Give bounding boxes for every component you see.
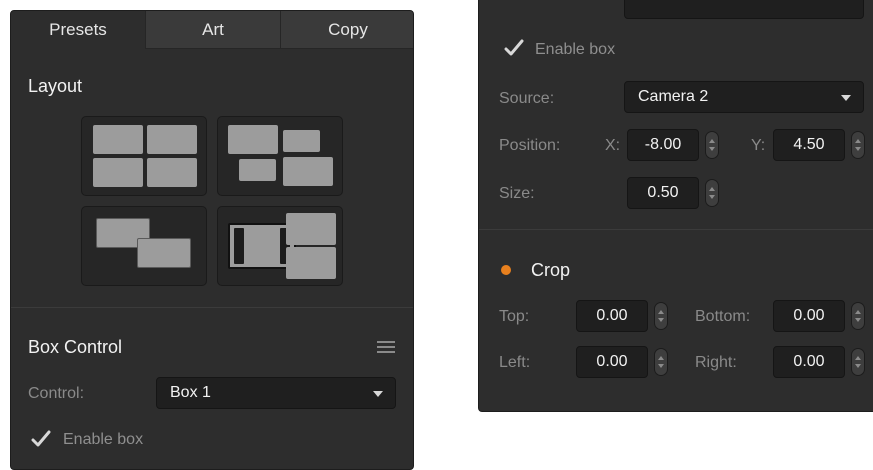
crop-top-stepper[interactable] (654, 302, 668, 330)
enable-box-checkbox[interactable] (31, 429, 51, 449)
position-x-stepper[interactable] (705, 131, 719, 159)
enable-box-checkbox[interactable] (504, 38, 524, 58)
preset-box-1 (228, 125, 278, 154)
y-label: Y: (751, 137, 766, 154)
preset-box-3 (239, 159, 276, 181)
chevron-down-icon (373, 391, 383, 397)
source-label: Source: (499, 90, 555, 107)
size-stepper[interactable] (705, 179, 719, 207)
preset-box-1 (93, 125, 143, 154)
section-divider (479, 229, 873, 230)
crop-right-label: Right: (695, 354, 737, 371)
crop-left-field[interactable]: 0.00 (576, 346, 648, 378)
position-label: Position: (499, 137, 561, 154)
source-dropdown-value: Camera 2 (638, 88, 709, 105)
preset-box-3 (93, 158, 143, 187)
box-control-title: Box Control (28, 337, 123, 357)
x-label: X: (605, 137, 621, 154)
position-x-field[interactable]: -8.00 (627, 129, 699, 161)
crop-top-label: Top: (499, 308, 530, 325)
preset-box-2 (147, 125, 197, 154)
position-y-field[interactable]: 4.50 (773, 129, 845, 161)
crop-left-stepper[interactable] (654, 348, 668, 376)
crop-bottom-label: Bottom: (695, 308, 751, 325)
enable-box-label: Enable box (63, 431, 144, 448)
box-settings-panel: Enable box Source: Camera 2 Position: X:… (478, 0, 873, 412)
tab-copy[interactable]: Copy (281, 11, 413, 49)
chevron-down-icon (841, 95, 851, 101)
crop-title: Crop (531, 260, 571, 280)
crop-left-label: Left: (499, 354, 531, 371)
preset-box-3 (286, 247, 336, 279)
preset-box-4 (283, 157, 333, 186)
preset-box-2 (286, 213, 336, 245)
section-divider (11, 307, 413, 308)
size-field[interactable]: 0.50 (627, 177, 699, 209)
preset-box-2 (283, 130, 320, 152)
position-y-stepper[interactable] (851, 131, 865, 159)
crop-bottom-field[interactable]: 0.00 (773, 300, 845, 332)
enable-box-label: Enable box (535, 41, 616, 58)
layout-preset-quad-button[interactable] (81, 116, 207, 196)
control-dropdown-partial[interactable] (624, 0, 864, 19)
crop-right-field[interactable]: 0.00 (773, 346, 845, 378)
preset-box-2 (137, 238, 191, 268)
control-label: Control: (28, 385, 85, 402)
tab-art[interactable]: Art (146, 11, 281, 49)
layout-preset-split-button[interactable] (217, 206, 343, 286)
tab-presets[interactable]: Presets (11, 11, 146, 49)
control-dropdown-value: Box 1 (170, 384, 211, 401)
layout-section-title: Layout (28, 76, 83, 96)
crop-indicator-icon[interactable] (501, 265, 511, 275)
upstream-key-presets-panel: Presets Art Copy Layout Box Control Cont… (10, 10, 414, 470)
checkmark-icon (504, 39, 524, 56)
size-label: Size: (499, 185, 535, 202)
source-dropdown[interactable]: Camera 2 (624, 81, 864, 113)
preset-box-4 (147, 158, 197, 187)
crop-top-field[interactable]: 0.00 (576, 300, 648, 332)
control-dropdown[interactable]: Box 1 (156, 377, 396, 409)
crop-right-stepper[interactable] (851, 348, 865, 376)
menu-icon[interactable] (377, 341, 395, 355)
layout-preset-diagonal-button[interactable] (81, 206, 207, 286)
layout-preset-mixed-button[interactable] (217, 116, 343, 196)
tab-bar: Presets Art Copy (11, 11, 413, 49)
checkmark-icon (31, 430, 51, 447)
crop-bottom-stepper[interactable] (851, 302, 865, 330)
